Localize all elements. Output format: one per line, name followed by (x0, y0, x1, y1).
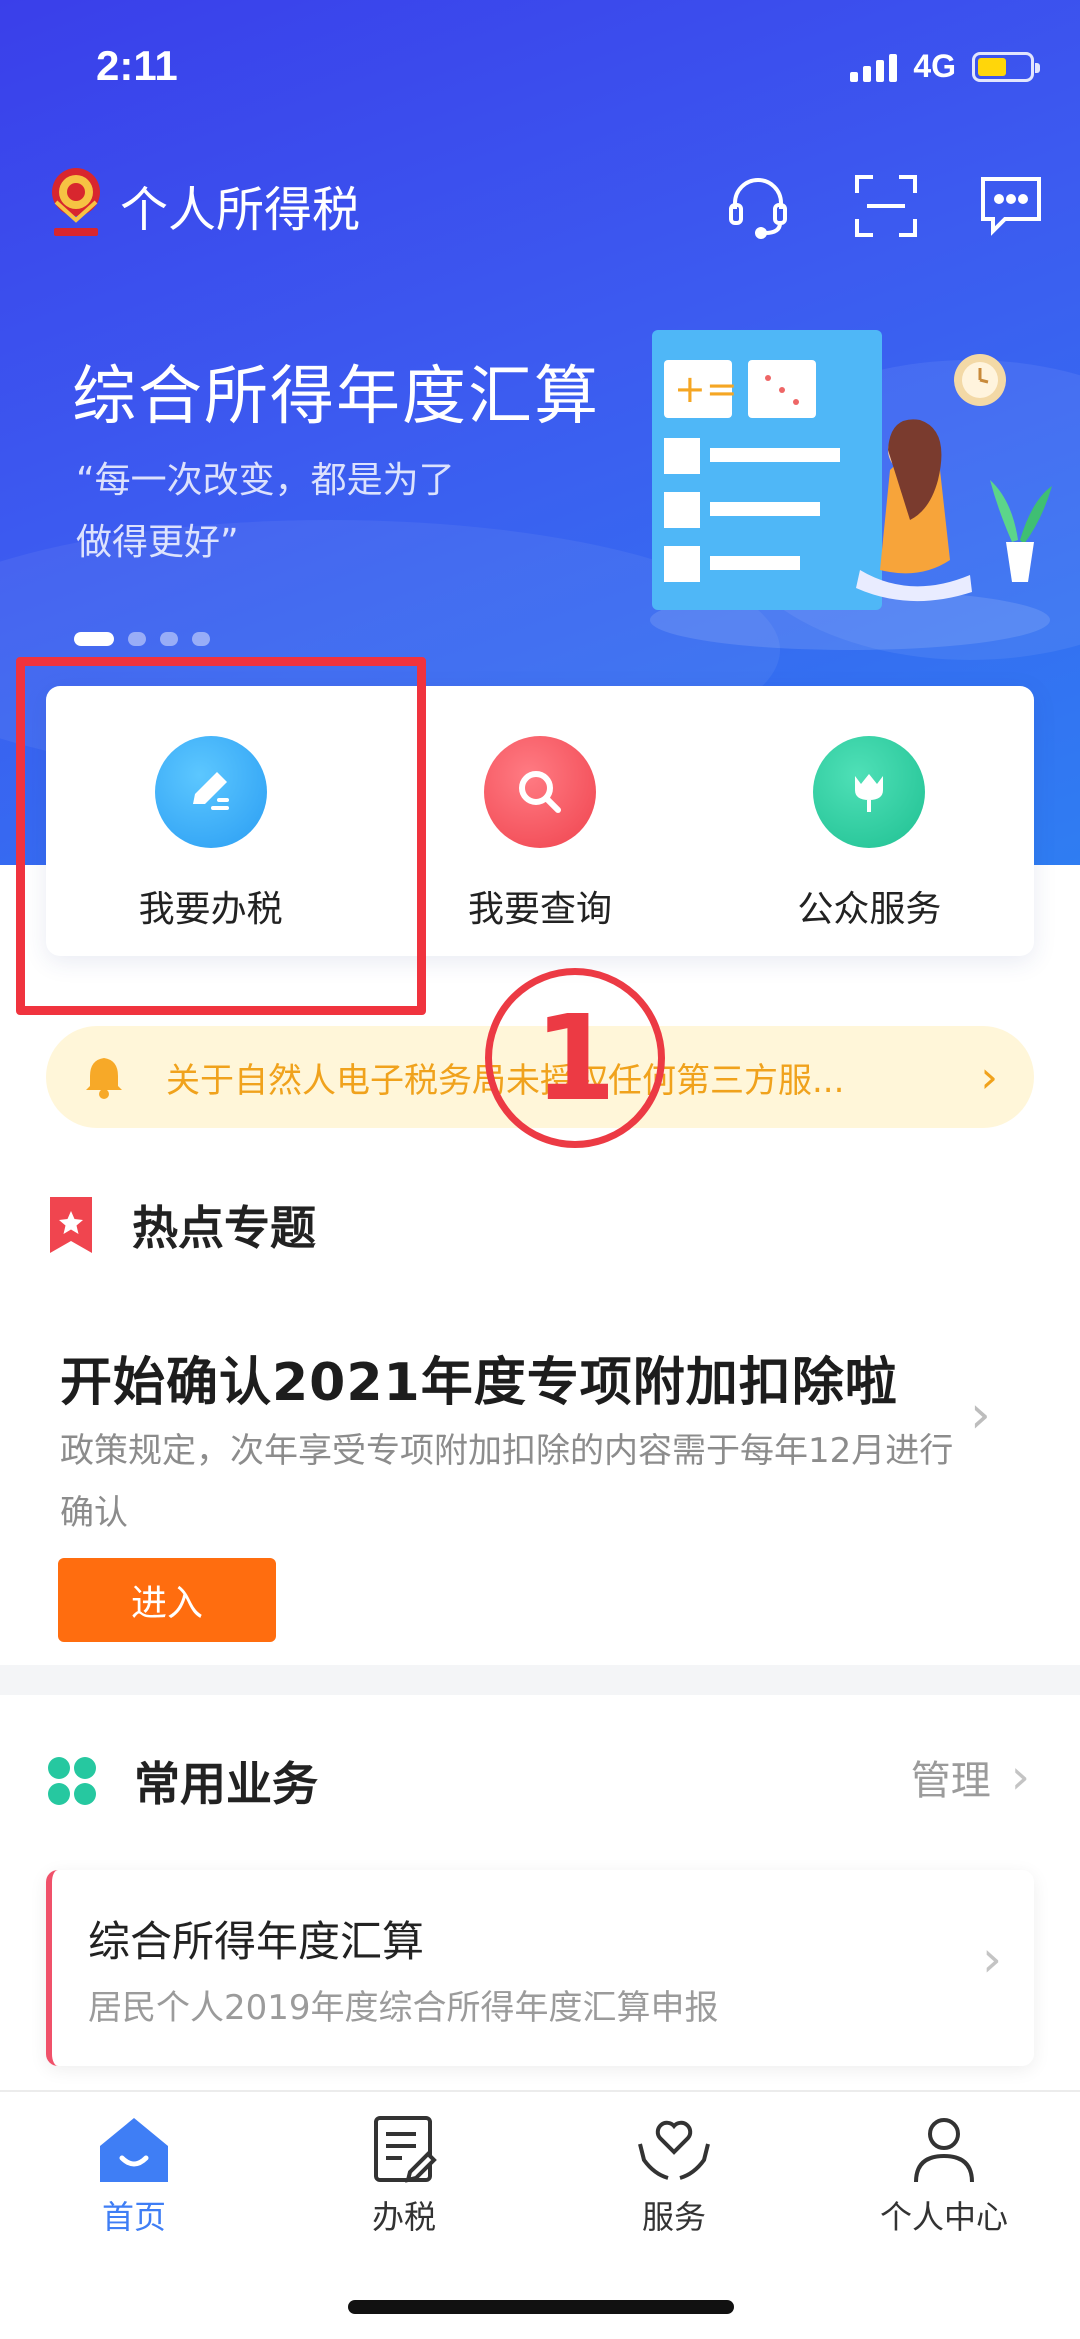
document-edit-icon (374, 2116, 437, 2183)
tab-label: 办税 (371, 2198, 436, 2236)
tab-label: 首页 (101, 2198, 166, 2236)
tulip-icon (813, 736, 926, 848)
carousel-dot[interactable] (160, 632, 178, 646)
common-business-header: 常用业务 (46, 1748, 318, 1814)
battery-icon (972, 51, 1040, 82)
banner-illustration: += (650, 330, 1052, 650)
tab-service[interactable]: 服务 (574, 2114, 774, 2238)
tab-label: 服务 (641, 2198, 706, 2236)
tab-tax[interactable]: 办税 (304, 2114, 504, 2238)
banner-subtitle-line: “每一次改变，都是为了 (76, 460, 455, 501)
hot-topics-header: 热点专题 (46, 1192, 316, 1258)
manage-label: 管理 (910, 1758, 991, 1804)
enter-button[interactable]: 进入 (58, 1558, 276, 1642)
tab-label: 个人中心 (879, 2198, 1008, 2236)
chevron-right-icon: › (1010, 1749, 1030, 1805)
home-icon (100, 2118, 168, 2182)
business-item-title: 综合所得年度汇算 (88, 1917, 425, 1966)
business-item-card[interactable]: 综合所得年度汇算 居民个人2019年度综合所得年度汇算申报 › (46, 1870, 1034, 2066)
banner-title: 综合所得年度汇算 (72, 360, 600, 434)
chevron-right-icon: › (980, 1051, 998, 1103)
manage-link[interactable]: 管理 › (911, 1748, 1030, 1806)
carousel-dot[interactable] (192, 632, 210, 646)
carousel-dots (74, 632, 210, 646)
message-icon[interactable] (975, 170, 1047, 242)
status-indicators: 4G (850, 48, 1040, 85)
bell-icon (86, 1058, 122, 1099)
customer-service-icon[interactable] (722, 170, 794, 242)
action-label: 公众服务 (797, 889, 942, 930)
topic-title[interactable]: 开始确认2021年度专项附加扣除啦 (60, 1340, 898, 1415)
business-item-subtitle: 居民个人2019年度综合所得年度汇算申报 (88, 1988, 719, 2028)
heart-hands-icon (638, 2120, 710, 2180)
action-label: 我要查询 (467, 889, 612, 930)
tab-profile[interactable]: 个人中心 (844, 2114, 1044, 2238)
topic-description: 政策规定，次年享受专项附加扣除的内容需于每年12月进行确认 (60, 1431, 954, 1533)
status-bar: 2:11 4G (0, 0, 1080, 130)
network-type: 4G (913, 48, 956, 84)
scan-icon[interactable] (850, 170, 922, 242)
action-public-service-button[interactable]: 公众服务 (705, 686, 1034, 956)
section-divider (0, 1665, 1080, 1695)
carousel-dot[interactable] (74, 632, 114, 646)
home-indicator (348, 2300, 734, 2314)
clover-grid-icon (48, 1757, 96, 1805)
chevron-right-icon[interactable]: › (970, 1385, 991, 1445)
svg-text:+=: += (674, 367, 738, 411)
banner-subtitle-line: 做得更好” (76, 522, 239, 563)
section-title: 热点专题 (132, 1201, 316, 1255)
signal-icon (850, 52, 898, 82)
annotation-highlight-box (16, 657, 426, 1015)
annotation-step-number: 1 (485, 968, 665, 1148)
section-title: 常用业务 (134, 1757, 318, 1811)
bookmark-star-icon (50, 1197, 92, 1253)
app-title: 个人所得税 (120, 182, 361, 238)
tax-emblem-icon (52, 168, 100, 236)
tab-home[interactable]: 首页 (34, 2114, 234, 2238)
search-icon (483, 736, 596, 848)
chevron-right-icon: › (982, 1930, 1002, 1988)
carousel-dot[interactable] (128, 632, 146, 646)
status-time: 2:11 (96, 42, 178, 89)
person-icon (914, 2118, 974, 2183)
banner-subtitle: “每一次改变，都是为了 做得更好” (76, 450, 546, 574)
app-header: 个人所得税 (0, 150, 1080, 260)
